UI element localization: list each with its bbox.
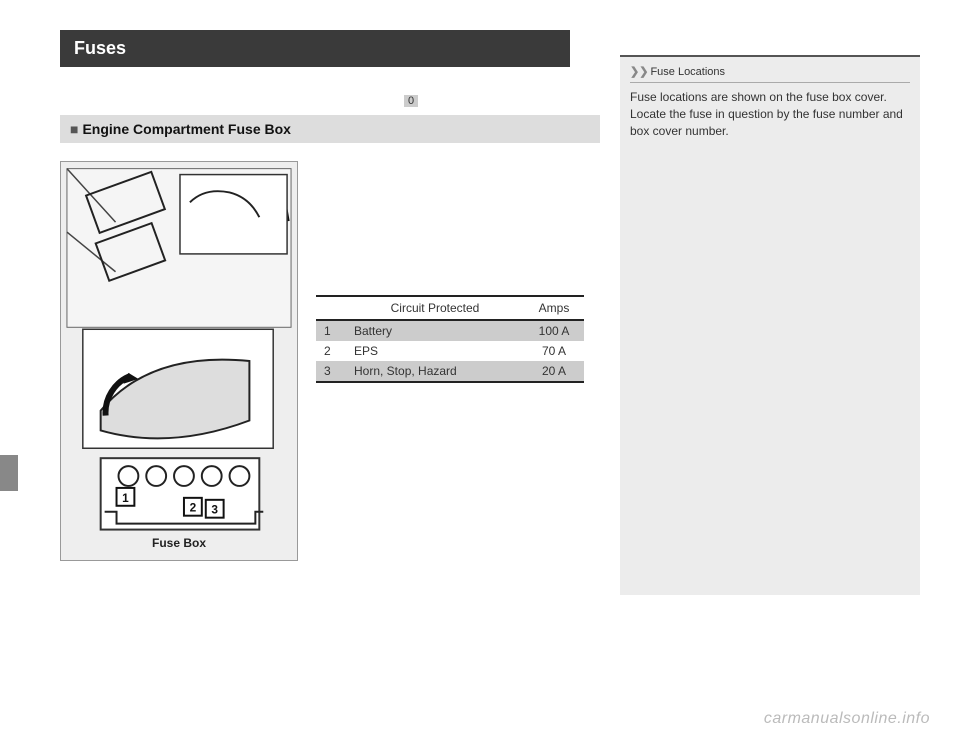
chevron-right-icon: ❯❯ [630, 65, 648, 78]
col-header-circuit: Circuit Protected [346, 296, 524, 320]
cell-amps: 20 A [524, 361, 584, 382]
page-title: Fuses [74, 38, 126, 58]
fuse-box-caption: Fuse Box [61, 536, 297, 550]
table-row: 3 Horn, Stop, Hazard 20 A [316, 361, 584, 382]
cell-num: 3 [316, 361, 346, 382]
fuse-table: Circuit Protected Amps 1 Battery 100 A [316, 295, 584, 383]
col-header-num [316, 296, 346, 320]
page-title-bar: Fuses [60, 30, 570, 67]
info-header-text: Fuse Locations [650, 66, 725, 78]
cell-num: 1 [316, 320, 346, 341]
svg-text:1: 1 [122, 491, 129, 505]
located-near-text [316, 161, 584, 175]
info-header: ❯❯Fuse Locations [630, 65, 910, 83]
table-stack: Circuit Protected Amps 1 Battery 100 A [316, 161, 584, 383]
fuse-box-diagram: 1 2 3 Fuse Box [60, 161, 298, 561]
svg-text:3: 3 [211, 503, 218, 517]
left-column: 0 ■Engine Compartment Fuse Box [60, 95, 600, 595]
cell-circuit: Horn, Stop, Hazard [346, 361, 524, 382]
table-row: 2 EPS 70 A [316, 341, 584, 361]
table-header-row: Circuit Protected Amps [316, 296, 584, 320]
cell-circuit: EPS [346, 341, 524, 361]
content-row: 0 ■Engine Compartment Fuse Box [60, 95, 920, 595]
subsection-marker-icon: ■ [70, 121, 78, 137]
col-header-amps: Amps [524, 296, 584, 320]
svg-text:2: 2 [190, 501, 197, 515]
cell-num: 2 [316, 341, 346, 361]
cell-circuit: Battery [346, 320, 524, 341]
diagram-table-row: 1 2 3 Fuse Box [60, 161, 600, 561]
info-sidebar: ❯❯Fuse Locations Fuse locations are show… [620, 55, 920, 595]
page-ref-badge: 0 [404, 95, 418, 107]
info-text: Fuse locations are shown on the fuse box… [630, 89, 910, 139]
table-row: 1 Battery 100 A [316, 320, 584, 341]
side-tab-marker [0, 455, 18, 491]
watermark: carmanualsonline.info [764, 710, 930, 728]
subsection-title: Engine Compartment Fuse Box [82, 121, 290, 137]
overheating-crossref: 0 [400, 95, 600, 107]
subsection-header: ■Engine Compartment Fuse Box [60, 115, 600, 143]
fuse-box-svg: 1 2 3 [61, 162, 297, 560]
cell-amps: 70 A [524, 341, 584, 361]
cell-amps: 100 A [524, 320, 584, 341]
